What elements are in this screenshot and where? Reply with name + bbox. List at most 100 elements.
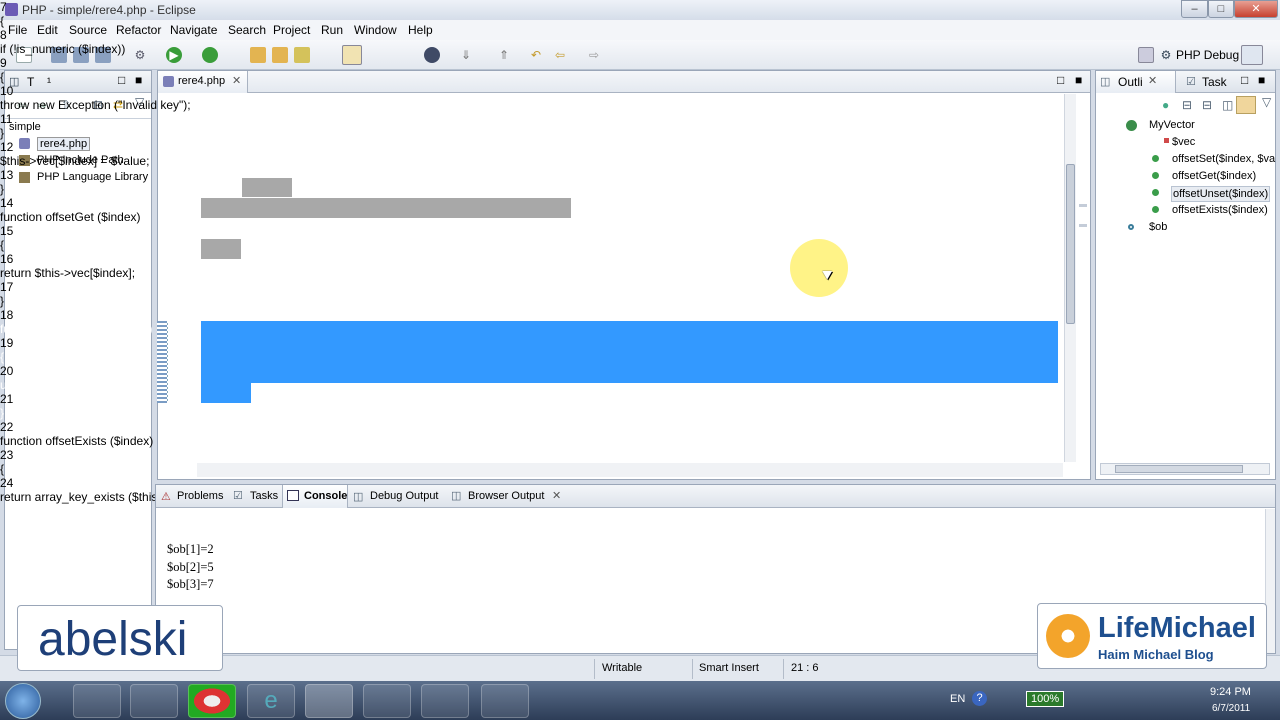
save-icon[interactable]	[51, 47, 67, 63]
sort-icon[interactable]: ●	[1162, 98, 1169, 112]
tree-item-project[interactable]: simple	[9, 121, 41, 133]
up-icon[interactable]: ⇧	[61, 98, 71, 112]
tab-other[interactable]: ¹	[47, 75, 51, 89]
globe-icon[interactable]	[424, 47, 440, 63]
outline-item-class[interactable]: MyVector	[1149, 119, 1195, 131]
forward-icon[interactable]: ⇨	[586, 47, 602, 63]
minimize-icon[interactable]: □	[1057, 73, 1064, 87]
outline-item-method[interactable]: offsetGet($index)	[1172, 170, 1256, 182]
maximize-icon[interactable]: ■	[1075, 73, 1082, 87]
tab-type-hierarchy[interactable]: T	[27, 75, 34, 89]
menu-help[interactable]: Help	[408, 23, 433, 37]
title-bar: PHP - simple/rere4.php - Eclipse – □ ✕	[0, 0, 1280, 20]
tree-item-include-path[interactable]: PHP Include Path	[37, 154, 124, 166]
start-button[interactable]	[5, 683, 41, 719]
close-tab-icon[interactable]: ✕	[232, 74, 241, 87]
menu-search[interactable]: Search	[228, 23, 266, 37]
back-arrow-icon[interactable]: ⇦	[17, 98, 27, 112]
help-icon[interactable]: ?	[972, 691, 987, 706]
overview-ruler[interactable]	[1077, 94, 1089, 462]
document-icon[interactable]	[421, 684, 469, 718]
scroll-thumb[interactable]	[1115, 465, 1243, 473]
tab-browser-output[interactable]: Browser Output	[468, 490, 544, 502]
editor-tab[interactable]: rere4.php ✕	[158, 71, 248, 93]
link-editor-icon[interactable]: ⇄	[113, 98, 123, 112]
view-menu-icon[interactable]: ▽	[1262, 95, 1271, 109]
editor-vertical-scrollbar[interactable]	[1064, 94, 1076, 462]
menu-window[interactable]: Window	[354, 23, 397, 37]
outline-item-method-selected[interactable]: offsetUnset($index)	[1171, 186, 1271, 202]
close-tab-icon[interactable]: ✕	[552, 489, 561, 502]
tab-tasks[interactable]: Task	[1202, 75, 1227, 89]
editor-tabs: rere4.php ✕ □ ■	[158, 71, 1090, 93]
chrome-icon[interactable]	[188, 684, 236, 718]
filter-icon[interactable]: ◫	[1222, 98, 1233, 112]
tab-problems[interactable]: Problems	[177, 490, 223, 502]
media-icon[interactable]	[363, 684, 411, 718]
php-perspective-icon[interactable]	[1241, 45, 1263, 65]
maximize-icon[interactable]: ■	[1258, 73, 1265, 87]
last-edit-icon[interactable]: ↶	[528, 47, 544, 63]
battery-indicator[interactable]: 100%	[1026, 691, 1065, 707]
tab-outline-label: Outli	[1118, 75, 1143, 89]
tree-item-file[interactable]: rere4.php	[37, 137, 91, 151]
taskbar-app-icon[interactable]	[73, 684, 121, 718]
forward-arrow-icon[interactable]: ⇨	[37, 98, 47, 112]
close-button[interactable]: ✕	[1234, 0, 1278, 18]
editor-horizontal-scrollbar[interactable]	[197, 463, 1063, 477]
collapse-icon[interactable]: ⊟	[1202, 98, 1212, 112]
perspective-label[interactable]: PHP Debug	[1176, 48, 1239, 62]
link-icon[interactable]	[1236, 96, 1256, 114]
menu-source[interactable]: Source	[69, 23, 107, 37]
collapse-all-icon[interactable]: ⊟	[93, 98, 103, 112]
explorer-icon[interactable]	[130, 684, 178, 718]
maximize-icon[interactable]: ■	[135, 73, 142, 87]
save-all-icon[interactable]	[73, 47, 89, 63]
menu-navigate[interactable]: Navigate	[170, 23, 217, 37]
prev-annotation-icon[interactable]: ⇑	[496, 47, 512, 63]
menu-refactor[interactable]: Refactor	[116, 23, 161, 37]
minimize-icon[interactable]: □	[118, 73, 125, 87]
new-icon[interactable]	[16, 47, 32, 63]
clock-date[interactable]: 6/7/2011	[1212, 703, 1250, 714]
run-icon[interactable]: ▶	[166, 47, 182, 63]
outline-item-method[interactable]: offsetSet($index, $va	[1172, 153, 1275, 165]
print-icon[interactable]	[95, 47, 111, 63]
eclipse-taskbar-icon[interactable]	[305, 684, 353, 718]
screen-recorder-icon[interactable]	[481, 684, 529, 718]
outline-item-field[interactable]: $vec	[1172, 136, 1195, 148]
internet-explorer-icon[interactable]: e	[247, 684, 295, 718]
outline-item-method[interactable]: offsetExists($index)	[1172, 204, 1268, 216]
open-folder-icon[interactable]	[250, 47, 266, 63]
tree-item-language-library[interactable]: PHP Language Library	[37, 171, 148, 183]
outline-horizontal-scrollbar[interactable]	[1100, 463, 1270, 475]
scroll-thumb[interactable]	[1066, 164, 1075, 324]
close-tab-icon[interactable]: ✕	[1148, 74, 1157, 87]
tab-debug-output[interactable]: Debug Output	[370, 490, 439, 502]
tab-tasks[interactable]: Tasks	[250, 490, 278, 502]
wand-icon[interactable]	[294, 47, 310, 63]
maximize-button[interactable]: □	[1208, 0, 1234, 18]
minimize-icon[interactable]: □	[1241, 73, 1248, 87]
code-area[interactable]	[158, 93, 1088, 463]
external-tools-icon[interactable]	[202, 47, 218, 63]
open-type-icon[interactable]	[272, 47, 288, 63]
back-icon[interactable]: ⇦	[552, 47, 568, 63]
editor-tab-label: rere4.php	[178, 75, 226, 87]
outline-item-variable[interactable]: $ob	[1149, 221, 1167, 233]
clock-time[interactable]: 9:24 PM	[1210, 686, 1251, 698]
menu-edit[interactable]: Edit	[37, 23, 58, 37]
view-menu-icon[interactable]: ▽	[135, 95, 144, 109]
debug-icon[interactable]: ⚙	[132, 47, 148, 63]
next-annotation-icon[interactable]: ⇓	[458, 47, 474, 63]
language-indicator[interactable]: EN	[950, 693, 965, 705]
tab-outline[interactable]: ◫ Outli ✕	[1096, 71, 1176, 93]
hide-fields-icon[interactable]: ⊟	[1182, 98, 1192, 112]
menu-file[interactable]: File	[8, 23, 27, 37]
browser-icon[interactable]	[342, 45, 362, 65]
menu-project[interactable]: Project	[273, 23, 310, 37]
menu-run[interactable]: Run	[321, 23, 343, 37]
tab-console-active[interactable]: Console	[282, 485, 348, 508]
minimize-button[interactable]: –	[1181, 0, 1208, 18]
open-perspective-icon[interactable]	[1138, 47, 1154, 63]
